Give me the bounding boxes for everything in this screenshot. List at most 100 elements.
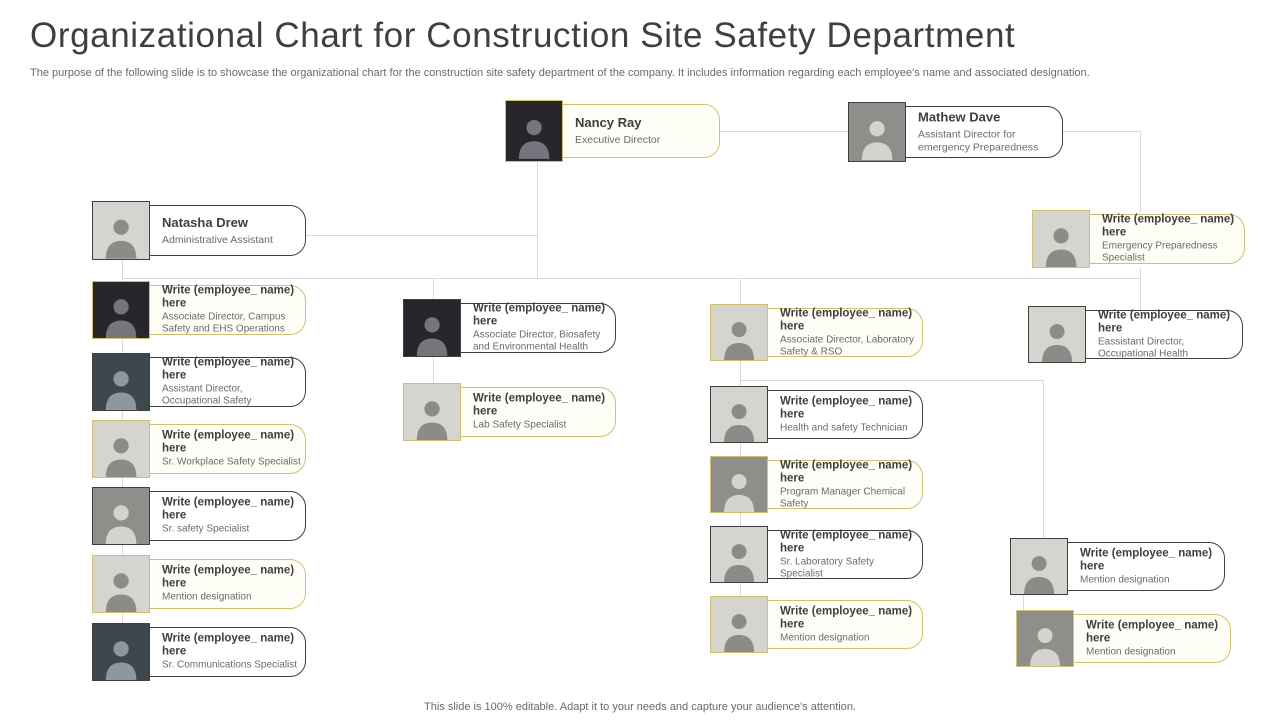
org-node-laboratory-safety-rso[interactable]: Write (employee_ name) here Associate Di… bbox=[710, 304, 923, 361]
connector-line bbox=[1140, 131, 1141, 212]
employee-photo bbox=[1028, 306, 1086, 363]
page-title: Organizational Chart for Construction Si… bbox=[30, 16, 1015, 56]
person-silhouette-icon bbox=[97, 632, 145, 680]
employee-photo bbox=[92, 555, 150, 613]
employee-name: Write (employee_ name) here bbox=[1080, 547, 1220, 573]
org-node-biosafety-environmental-health[interactable]: Write (employee_ name) here Associate Di… bbox=[403, 299, 616, 357]
employee-name: Write (employee_ name) here bbox=[162, 497, 301, 523]
employee-photo bbox=[505, 100, 563, 162]
employee-name: Write (employee_ name) here bbox=[162, 285, 301, 311]
org-node-sr-communications-specialist[interactable]: Write (employee_ name) here Sr. Communic… bbox=[92, 623, 306, 681]
person-silhouette-icon bbox=[408, 392, 456, 440]
person-silhouette-icon bbox=[853, 111, 901, 161]
employee-photo bbox=[1016, 610, 1074, 667]
person-silhouette-icon bbox=[97, 362, 145, 410]
org-node-mention-designation-right-2[interactable]: Write (employee_ name) here Mention desi… bbox=[1016, 610, 1231, 667]
connector-line bbox=[122, 278, 1140, 279]
org-node-assistant-director-occupational-safety[interactable]: Write (employee_ name) here Assistant Di… bbox=[92, 353, 306, 411]
org-node-occupational-health-director[interactable]: Write (employee_ name) here Eassistant D… bbox=[1028, 306, 1243, 363]
employee-name: Write (employee_ name) here bbox=[780, 605, 918, 631]
person-silhouette-icon bbox=[715, 395, 763, 442]
employee-designation: Assistant Director for emergency Prepare… bbox=[918, 129, 1058, 155]
person-silhouette-icon bbox=[97, 429, 145, 477]
employee-name: Mathew Dave bbox=[918, 110, 1058, 125]
employee-designation: Mention designation bbox=[162, 592, 301, 604]
employee-photo bbox=[710, 386, 768, 443]
employee-photo bbox=[403, 383, 461, 441]
connector-line bbox=[720, 131, 848, 132]
employee-name: Write (employee_ name) here bbox=[780, 307, 918, 333]
org-node-assistant-director-emergency-preparedness[interactable]: Mathew Dave Assistant Director for emerg… bbox=[848, 102, 1063, 162]
employee-designation: Sr. Workplace Safety Specialist bbox=[162, 457, 301, 469]
connector-line bbox=[740, 380, 1043, 381]
employee-photo bbox=[92, 353, 150, 411]
employee-designation: Sr. Laboratory Safety Specialist bbox=[780, 556, 918, 580]
org-node-program-manager-chemical-safety[interactable]: Write (employee_ name) here Program Mana… bbox=[710, 456, 923, 513]
connector-line bbox=[1043, 380, 1044, 542]
employee-photo bbox=[92, 623, 150, 681]
org-node-executive-director[interactable]: Nancy Ray Executive Director bbox=[505, 100, 720, 162]
employee-photo bbox=[1010, 538, 1068, 595]
person-silhouette-icon bbox=[97, 496, 145, 544]
employee-photo bbox=[92, 201, 150, 260]
employee-designation: Associate Director, Biosafety and Enviro… bbox=[473, 330, 611, 354]
employee-designation: Mention designation bbox=[780, 632, 918, 644]
person-silhouette-icon bbox=[97, 210, 145, 259]
employee-designation: Executive Director bbox=[575, 134, 715, 147]
person-silhouette-icon bbox=[715, 535, 763, 582]
employee-photo bbox=[848, 102, 906, 162]
person-silhouette-icon bbox=[715, 313, 763, 360]
employee-designation: Eassistant Director, Occupational Health bbox=[1098, 336, 1238, 360]
employee-designation: Associate Director, Laboratory Safety & … bbox=[780, 334, 918, 358]
employee-name: Write (employee_ name) here bbox=[1098, 309, 1238, 335]
person-silhouette-icon bbox=[1021, 619, 1069, 666]
employee-name: Write (employee_ name) here bbox=[780, 395, 918, 421]
employee-name: Write (employee_ name) here bbox=[1102, 214, 1240, 240]
page-subtitle: The purpose of the following slide is to… bbox=[30, 67, 1090, 79]
employee-name: Write (employee_ name) here bbox=[473, 303, 611, 329]
org-node-sr-laboratory-safety-specialist[interactable]: Write (employee_ name) here Sr. Laborato… bbox=[710, 526, 923, 583]
org-node-mention-designation-right-1[interactable]: Write (employee_ name) here Mention desi… bbox=[1010, 538, 1225, 595]
employee-name: Write (employee_ name) here bbox=[162, 633, 301, 659]
person-silhouette-icon bbox=[1037, 219, 1085, 267]
employee-designation: Sr. safety Specialist bbox=[162, 524, 301, 536]
employee-designation: Mention designation bbox=[1086, 646, 1226, 658]
employee-name: Nancy Ray bbox=[575, 115, 715, 130]
employee-designation: Health and safety Technician bbox=[780, 422, 918, 434]
employee-name: Write (employee_ name) here bbox=[162, 357, 301, 383]
org-node-health-safety-technician[interactable]: Write (employee_ name) here Health and s… bbox=[710, 386, 923, 443]
editable-note: This slide is 100% editable. Adapt it to… bbox=[0, 701, 1280, 713]
employee-name: Write (employee_ name) here bbox=[1086, 619, 1226, 645]
org-node-lab-safety-specialist[interactable]: Write (employee_ name) here Lab Safety S… bbox=[403, 383, 616, 441]
person-silhouette-icon bbox=[1015, 547, 1063, 594]
employee-name: Natasha Drew bbox=[162, 215, 301, 230]
employee-photo bbox=[710, 526, 768, 583]
org-node-mention-designation-lab[interactable]: Write (employee_ name) here Mention desi… bbox=[710, 596, 923, 653]
org-node-campus-safety-ehs-operations[interactable]: Write (employee_ name) here Associate Di… bbox=[92, 281, 306, 339]
employee-name: Write (employee_ name) here bbox=[162, 565, 301, 591]
person-silhouette-icon bbox=[715, 465, 763, 512]
employee-photo bbox=[710, 596, 768, 653]
connector-line bbox=[537, 158, 538, 278]
org-node-sr-workplace-safety-specialist[interactable]: Write (employee_ name) here Sr. Workplac… bbox=[92, 420, 306, 478]
employee-name: Write (employee_ name) here bbox=[780, 459, 918, 485]
org-node-administrative-assistant[interactable]: Natasha Drew Administrative Assistant bbox=[92, 201, 306, 260]
employee-name: Write (employee_ name) here bbox=[473, 393, 611, 419]
employee-photo bbox=[92, 281, 150, 339]
employee-designation: Lab Safety Specialist bbox=[473, 420, 611, 432]
employee-designation: Sr. Communications Specialist bbox=[162, 660, 301, 672]
person-silhouette-icon bbox=[1033, 315, 1081, 362]
employee-designation: Program Manager Chemical Safety bbox=[780, 486, 918, 510]
employee-photo bbox=[92, 420, 150, 478]
person-silhouette-icon bbox=[97, 290, 145, 338]
connector-line bbox=[305, 235, 537, 236]
employee-photo bbox=[1032, 210, 1090, 268]
org-node-emergency-preparedness-specialist[interactable]: Write (employee_ name) here Emergency Pr… bbox=[1032, 210, 1245, 268]
slide-canvas: Organizational Chart for Construction Si… bbox=[0, 0, 1280, 720]
org-node-mention-designation-left[interactable]: Write (employee_ name) here Mention desi… bbox=[92, 555, 306, 613]
org-node-sr-safety-specialist[interactable]: Write (employee_ name) here Sr. safety S… bbox=[92, 487, 306, 545]
employee-photo bbox=[92, 487, 150, 545]
employee-designation: Administrative Assistant bbox=[162, 234, 301, 247]
person-silhouette-icon bbox=[510, 109, 558, 161]
employee-photo bbox=[710, 304, 768, 361]
